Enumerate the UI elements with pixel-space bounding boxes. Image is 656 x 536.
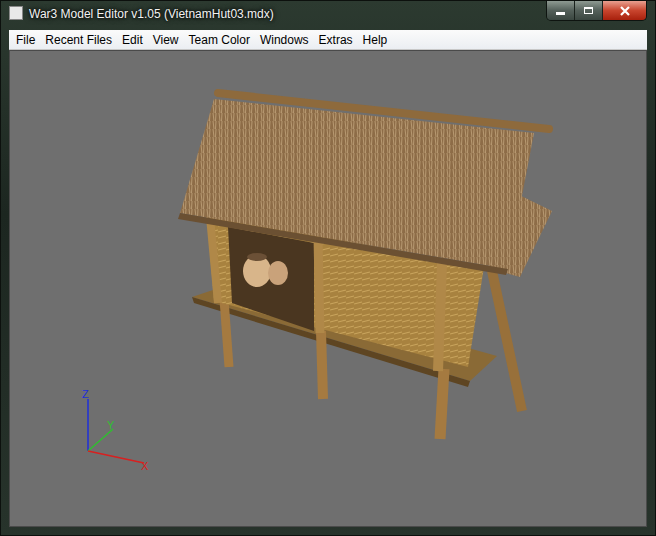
window-controls [546,1,647,21]
maximize-icon[interactable] [575,1,603,20]
menu-bar: FileRecent FilesEditViewTeam ColorWindow… [9,30,647,50]
menu-item[interactable]: Windows [255,32,314,48]
editor-window: War3 Model Editor v1.05 (VietnamHut03.md… [0,0,656,536]
menu-item[interactable]: Recent Files [40,32,117,48]
model-viewport[interactable]: Z Y X [9,50,647,527]
close-icon[interactable] [603,1,646,20]
menu-item[interactable]: View [148,32,184,48]
menu-item[interactable]: File [11,32,40,48]
menu-item[interactable]: Help [358,32,393,48]
axis-label: Z [82,388,89,400]
axis-label: X [141,460,149,472]
axis-gizmo: Z Y X [10,51,647,527]
window-title: War3 Model Editor v1.05 (VietnamHut03.md… [29,6,274,22]
minimize-icon[interactable] [547,1,575,20]
axis-label: Y [107,419,115,431]
hut-model [10,51,647,527]
title-bar[interactable]: War3 Model Editor v1.05 (VietnamHut03.md… [1,1,655,30]
app-icon [9,6,23,20]
menu-item[interactable]: Team Color [184,32,255,48]
menu-item[interactable]: Extras [314,32,358,48]
menu-item[interactable]: Edit [117,32,148,48]
